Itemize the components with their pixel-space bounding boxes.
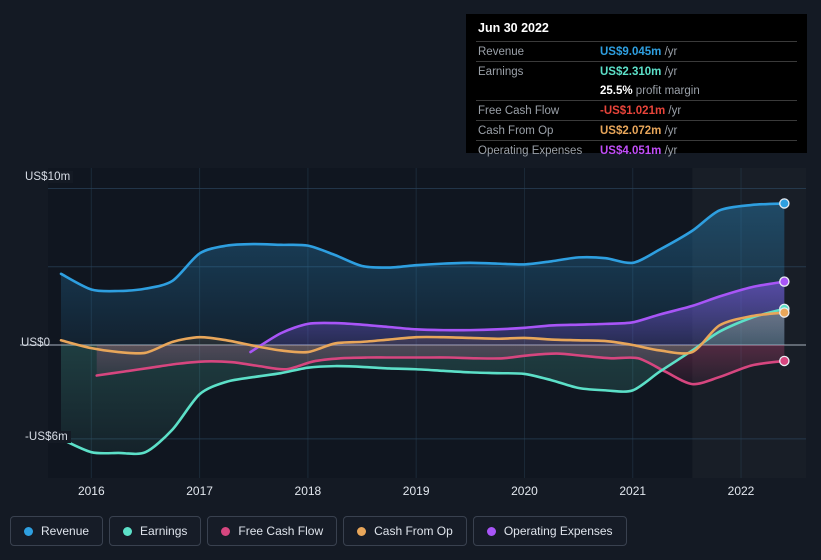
financial-chart-widget: US$10m US$0 -US$6m 2016 2017 2018 2019 2020 202… [0, 0, 821, 560]
legend-item-label: Cash From Op [374, 524, 453, 538]
tooltip-metric-value: -US$1.021m /yr [600, 105, 682, 117]
legend-item-label: Earnings [140, 524, 188, 538]
tooltip-metric-label: Free Cash Flow [478, 105, 560, 117]
x-axis-tick-2017: 2017 [186, 484, 213, 498]
y-axis-tick-1: US$0 [21, 336, 51, 349]
x-axis-tick-2016: 2016 [77, 484, 105, 498]
legend-item-free-cash-flow[interactable]: Free Cash Flow [207, 516, 338, 546]
x-axis-tick-2022: 2022 [727, 484, 755, 498]
x-axis-tick-2019: 2019 [402, 484, 430, 498]
legend-item-label: Operating Expenses [503, 524, 613, 538]
tooltip-row: Cash From Op US$2.072m /yr [476, 120, 797, 141]
tooltip-metric-label: Cash From Op [478, 125, 554, 137]
tooltip-metric-value: US$2.072m /yr [600, 125, 678, 137]
chart-legend: Revenue Earnings Free Cash Flow Cash From O… [10, 516, 627, 546]
tooltip-row: Free Cash Flow -US$1.021m /yr [476, 100, 797, 121]
legend-color-dot-icon [486, 526, 496, 536]
tooltip-date: Jun 30 2022 [478, 21, 549, 35]
tooltip-row: Earnings US$2.310m /yr [476, 61, 797, 82]
tooltip-row: Revenue US$9.045m /yr [476, 41, 797, 62]
tooltip-table: Revenue US$9.045m /yr Earnings US$2.310m /y… [476, 41, 797, 160]
endpoint-marker-revenue [779, 198, 790, 209]
tooltip-metric-label: Operating Expenses [478, 145, 583, 157]
legend-item-earnings[interactable]: Earnings [109, 516, 202, 546]
legend-item-label: Free Cash Flow [238, 524, 324, 538]
legend-color-dot-icon [123, 526, 133, 536]
data-tooltip: Jun 30 2022 Revenue US$9.045m /yr Earnings… [466, 14, 807, 157]
y-axis-tick-2: -US$6m [22, 430, 71, 443]
endpoint-marker-operating-expenses [779, 276, 790, 287]
legend-color-dot-icon [357, 526, 367, 536]
x-axis-tick-2021: 2021 [619, 484, 647, 498]
tooltip-profit-margin-row: 25.5% profit margin [476, 81, 797, 101]
endpoint-marker-free-cash-flow [779, 355, 790, 367]
legend-item-cash-from-op[interactable]: Cash From Op [343, 516, 467, 546]
tooltip-metric-label: Revenue [478, 46, 525, 58]
legend-item-operating-expenses[interactable]: Operating Expenses [472, 516, 627, 546]
y-axis-tick-0: US$10m [22, 170, 74, 183]
legend-color-dot-icon [221, 526, 231, 536]
tooltip-profit-margin: 25.5% profit margin [600, 85, 700, 97]
tooltip-metric-value: US$4.051m /yr [600, 145, 678, 157]
x-axis-tick-2020: 2020 [511, 484, 538, 498]
tooltip-metric-value: US$9.045m /yr [600, 46, 678, 58]
legend-item-label: Revenue [41, 524, 90, 538]
tooltip-metric-value: US$2.310m /yr [600, 66, 678, 78]
legend-item-revenue[interactable]: Revenue [10, 516, 104, 546]
x-axis-tick-2018: 2018 [294, 484, 322, 498]
tooltip-metric-label: Earnings [478, 66, 524, 78]
tooltip-margin-spacer [476, 81, 598, 101]
tooltip-row: Operating Expenses US$4.051m /yr [476, 140, 797, 161]
endpoint-marker-cash-from-op [779, 307, 790, 318]
legend-color-dot-icon [24, 526, 33, 536]
